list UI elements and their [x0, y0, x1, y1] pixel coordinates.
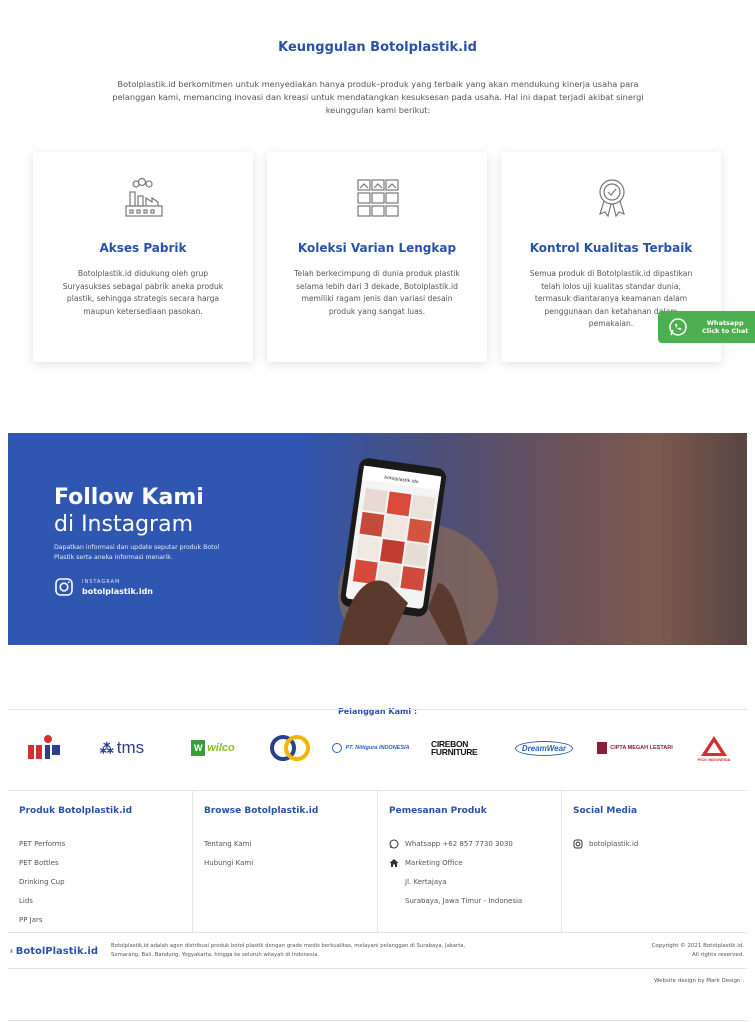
- niitigura-logo-mark: [332, 743, 343, 753]
- customer-logo-pick: PICK INDONESIA: [692, 730, 736, 766]
- whatsapp-icon: [669, 318, 687, 336]
- footer-link[interactable]: Hubungi Kami: [204, 853, 253, 872]
- footer-column-title: Pemesanan Produk: [389, 806, 487, 816]
- footer-whatsapp-text: Whatsapp +62 857 7730 3030: [405, 839, 513, 848]
- customer-logo-dreamwear: DreamWear: [510, 730, 578, 766]
- divider: [8, 709, 747, 710]
- banner-photo: botolplastik.idn: [298, 433, 747, 645]
- footer-column-social: Social Media botolplastik.id: [562, 790, 747, 932]
- footer-link[interactable]: Drinking Cup: [19, 872, 65, 891]
- footer-office-label: Marketing Office: [389, 853, 522, 872]
- footer-instagram-link[interactable]: botolplastik.id: [573, 834, 638, 853]
- brand-suffix: Plastik.id: [45, 945, 98, 957]
- card-title: Akses Pabrik: [99, 241, 187, 255]
- cipta-logo-text: CIPTA MEGAH LESTARI: [610, 745, 673, 751]
- copyright-line2: All rights reserved.: [691, 951, 744, 958]
- wilco-logo-mark: W: [191, 740, 206, 756]
- banner-description: Dapatkan informasi dan update seputar pr…: [54, 544, 220, 561]
- footer-office-text: Marketing Office: [405, 858, 463, 867]
- footer-instagram-text: botolplastik.id: [589, 839, 639, 848]
- whatsapp-icon: [389, 839, 399, 848]
- customer-logo-cipta: CIPTA MEGAH LESTARI: [594, 730, 676, 766]
- tms-logo-mark: ⁂: [99, 739, 114, 756]
- footer-column-browse: Browse Botolplastik.id Tentang Kami Hubu…: [193, 790, 378, 932]
- instagram-label: INSTAGRAM: [82, 579, 121, 585]
- footer-column-title: Produk Botolplastik.id: [19, 806, 133, 816]
- footer-social-list: botolplastik.id: [573, 834, 638, 853]
- advantages-description: Botolplastik.id berkomitmen untuk menyed…: [112, 79, 644, 115]
- phone-illustration: botolplastik.idn: [338, 458, 498, 645]
- footer-link[interactable]: Tentang Kami: [204, 834, 253, 853]
- quality-badge-icon: [599, 179, 625, 218]
- instagram-banner[interactable]: botolplastik.idn Follow Kami di Instagra…: [8, 433, 747, 645]
- footer-whatsapp-link[interactable]: Whatsapp +62 857 7730 3030: [389, 834, 522, 853]
- whatsapp-label: Whatsapp Click to Chat: [702, 319, 748, 335]
- footer-link-list: PET Performs PET Bottles Drinking Cup Li…: [19, 834, 65, 929]
- customer-logo-mp: [22, 730, 66, 766]
- cipta-logo-mark: [597, 742, 608, 754]
- copyright: Copyright © 2021 Botolplastik.id. All ri…: [560, 942, 744, 959]
- whatsapp-chat-button[interactable]: Whatsapp Click to Chat: [658, 311, 755, 343]
- divider: [8, 1020, 747, 1021]
- customer-logo-tms: ⁂ tms: [86, 730, 158, 766]
- factory-icon: [125, 177, 163, 217]
- banner-title-line2: di Instagram: [54, 512, 193, 537]
- pick-logo-text: PICK INDONESIA: [697, 756, 731, 762]
- card-title: Koleksi Varian Lengkap: [297, 241, 457, 255]
- instagram-handle-link[interactable]: botolplastik.idn: [82, 587, 153, 596]
- copyright-line1: Copyright © 2021 Botolplastik.id.: [651, 943, 744, 949]
- footer-brand-logo[interactable]: BotolPlastik.id: [10, 940, 98, 962]
- footer-column-products: Produk Botolplastik.id PET Performs PET …: [8, 790, 193, 932]
- brand-name: BotolPlastik.id: [16, 946, 98, 957]
- whatsapp-label-line2: Click to Chat: [702, 327, 749, 335]
- divider: [8, 932, 747, 933]
- card-title: Kontrol Kualitas Terbaik: [529, 241, 693, 255]
- website-credit-link[interactable]: Website design by Mark Design .: [560, 978, 744, 984]
- cirebon-logo-text: CIREBON FURNITURE: [431, 739, 478, 757]
- divider: [8, 968, 747, 969]
- wilco-logo-text: wilco: [207, 742, 235, 754]
- banner-title-line1: Follow Kami: [54, 485, 204, 510]
- niitigura-logo-text: PT. Niitigura INDONESIA: [345, 745, 410, 751]
- tms-logo-text: tms: [116, 738, 145, 757]
- brand-prefix: Botol: [15, 945, 46, 957]
- customer-logo-cirebon: CIREBON FURNITURE: [426, 730, 496, 766]
- home-icon: [389, 858, 399, 867]
- customer-logo-oo: [268, 730, 312, 766]
- whatsapp-label-line1: Whatsapp: [706, 319, 744, 327]
- card-text: Telah berkecimpung di dunia produk plast…: [294, 269, 460, 316]
- instagram-icon: [573, 839, 583, 848]
- oo-logo-icon: [270, 735, 310, 761]
- footer-brand-description: Botolplastik.id adalah agen distribusi p…: [111, 943, 466, 958]
- footer-contact-list: Whatsapp +62 857 7730 3030 Marketing Off…: [389, 834, 522, 910]
- footer-column-title: Social Media: [573, 806, 638, 816]
- mp-logo-icon: [28, 735, 60, 759]
- bottle-logo-icon: [10, 949, 13, 953]
- footer-column-ordering: Pemesanan Produk Whatsapp +62 857 7730 3…: [378, 790, 562, 932]
- footer-address-street: Jl. Kertajaya: [389, 872, 522, 891]
- pick-logo-icon: [701, 735, 727, 756]
- instagram-icon: [55, 578, 73, 596]
- footer-link[interactable]: PET Performs: [19, 834, 65, 853]
- footer-link[interactable]: PET Bottles: [19, 853, 65, 872]
- footer-link-list: Tentang Kami Hubungi Kami: [204, 834, 253, 872]
- footer-address-city: Surabaya, Jawa Timur - Indonesia: [389, 891, 522, 910]
- footer-link[interactable]: PP Jars: [19, 910, 65, 929]
- advantage-card-collection: Koleksi Varian Lengkap Telah berkecimpun…: [267, 152, 487, 362]
- advantages-title: Keunggulan Botolplastik.id: [278, 40, 477, 55]
- gallery-icon: [357, 179, 399, 217]
- customer-logo-wilco: W wilco: [182, 730, 244, 766]
- footer-link[interactable]: Lids: [19, 891, 65, 910]
- customer-logo-niitigura: PT. Niitigura INDONESIA: [324, 730, 418, 766]
- footer-address-street-text: Jl. Kertajaya: [405, 877, 447, 886]
- footer-column-title: Browse Botolplastik.id: [204, 806, 319, 816]
- card-text: Botolplastik.id didukung oleh grup Surya…: [62, 269, 224, 316]
- footer-address-city-text: Surabaya, Jawa Timur - Indonesia: [405, 896, 523, 905]
- advantage-card-factory: Akses Pabrik Botolplastik.id didukung ol…: [33, 152, 253, 362]
- dreamwear-logo-text: DreamWear: [514, 740, 574, 756]
